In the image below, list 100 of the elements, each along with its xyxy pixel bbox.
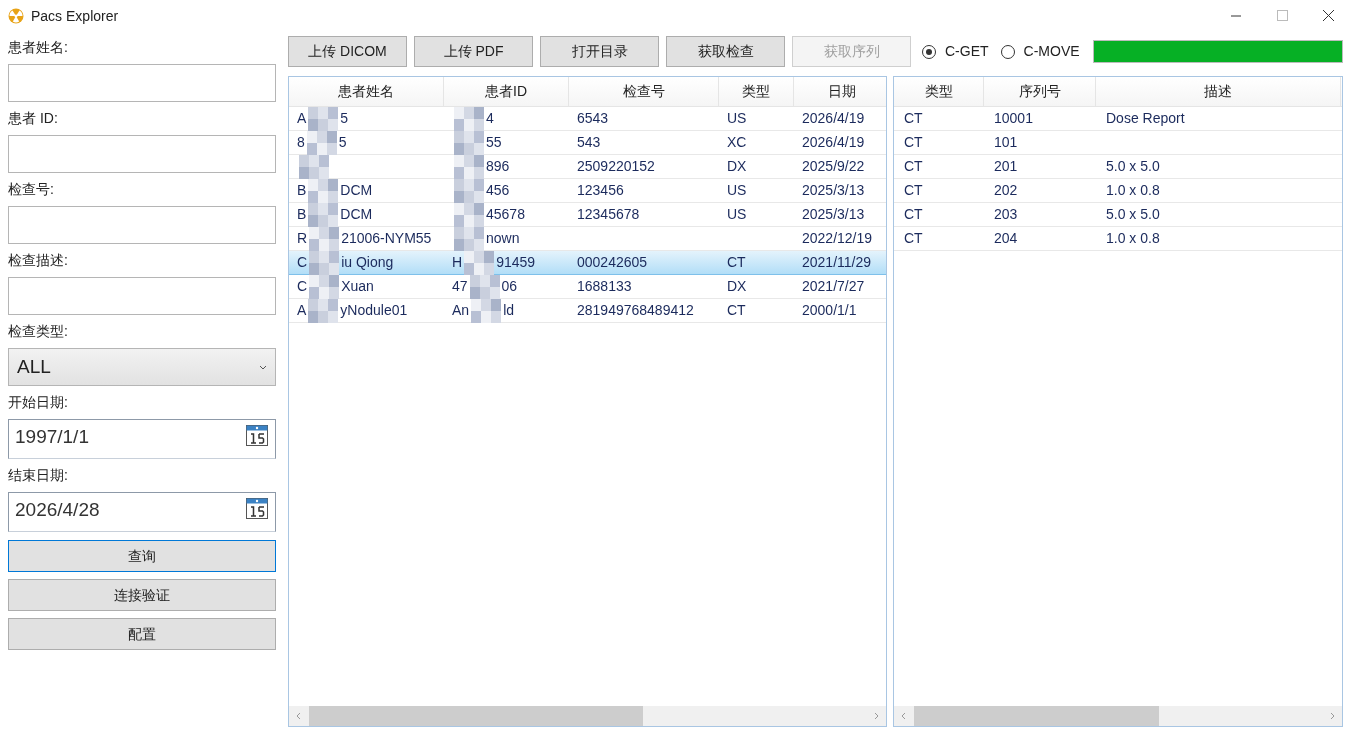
calendar-icon[interactable] [245, 423, 269, 447]
table-cell-text: US [727, 205, 747, 224]
radio-label: C-GET [945, 42, 989, 61]
table-cell: CT [904, 206, 923, 222]
horizontal-scrollbar[interactable] [894, 706, 1342, 726]
scrollbar-thumb[interactable] [309, 706, 644, 726]
text-field[interactable] [8, 64, 276, 102]
table-cell: CT [904, 158, 923, 174]
chevron-down-icon [259, 364, 267, 370]
table-cell-text: 8 [297, 133, 305, 152]
table-cell-text: 2025/3/13 [802, 205, 865, 224]
table-cell: CT [904, 134, 923, 150]
table-cell-text: 281949768489412 [577, 301, 694, 320]
table-cell-text: 2022/12/19 [802, 229, 873, 248]
table-cell-text: 45678 [486, 205, 525, 224]
calendar-icon[interactable] [245, 496, 269, 520]
table-row[interactable]: C iu Qiong H 91459 000242605 CT 2021/11/29 [289, 251, 886, 275]
pixelated-blur [309, 226, 340, 251]
table-row[interactable]: B DCM 45678 12345678 US 2025/3/13 [289, 203, 886, 227]
field-label: 开始日期: [8, 393, 69, 412]
horizontal-scrollbar[interactable] [289, 706, 886, 726]
column-header[interactable]: 患者ID [444, 77, 569, 106]
table-row[interactable]: 8 5 55 543 XC 2026/4/19 [289, 131, 886, 155]
action-button[interactable]: 查询 [8, 540, 276, 572]
column-header[interactable]: 序列号 [984, 77, 1096, 106]
table-cell-text: CT [727, 301, 746, 320]
table-cell-text: DCM [340, 181, 373, 200]
table-cell-text: An [452, 301, 470, 320]
action-button[interactable]: 配置 [8, 618, 276, 650]
scrollbar-thumb[interactable] [914, 706, 1159, 726]
table-cell-text: B [297, 181, 307, 200]
table-cell-text: C [297, 253, 308, 272]
column-header[interactable]: 患者姓名 [289, 77, 444, 106]
text-field[interactable] [8, 206, 276, 244]
field-label: 检查类型: [8, 322, 69, 341]
radio-button[interactable] [1000, 44, 1015, 59]
table-cell: CT [904, 110, 923, 126]
column-header[interactable]: 日期 [794, 77, 886, 106]
table-cell-text: 896 [486, 157, 510, 176]
toolbar-button[interactable]: 上传 DICOM [288, 36, 407, 67]
column-header[interactable]: 类型 [719, 77, 794, 106]
table-row[interactable]: 896 2509220152 DX 2025/9/22 [289, 155, 886, 179]
date-field[interactable]: 1997/1/1 [8, 419, 276, 459]
pixelated-blur [454, 202, 484, 227]
table-cell-text: 2026/4/19 [802, 133, 865, 152]
table-row[interactable]: CT 202 1.0 x 0.8 [894, 179, 1342, 203]
table-cell-text: 47 [452, 277, 468, 296]
table-cell: 1.0 x 0.8 [1106, 230, 1160, 246]
table-cell-text: 2026/4/19 [802, 109, 865, 128]
table-cell-text: 91459 [496, 253, 536, 272]
type-dropdown[interactable]: ALL [8, 348, 276, 386]
table-row[interactable]: C Xuan 47 06 1688133 DX 2021/7/27 [289, 275, 886, 299]
table-cell-text: ld [503, 301, 515, 320]
toolbar-button[interactable]: 获取检查 [666, 36, 785, 67]
column-header[interactable]: 类型 [894, 77, 984, 106]
table-cell-text: yNodule01 [340, 301, 408, 320]
table-cell-text: DX [727, 277, 747, 296]
table-row[interactable]: B DCM 456 123456 US 2025/3/13 [289, 179, 886, 203]
table-cell-text: 000242605 [577, 253, 648, 272]
action-button[interactable]: 连接验证 [8, 579, 276, 611]
table-cell-text: 2021/11/29 [802, 253, 872, 272]
table-cell: 5.0 x 5.0 [1106, 206, 1160, 222]
table-row[interactable]: CT 101 [894, 131, 1342, 155]
column-header[interactable]: 描述 [1096, 77, 1341, 106]
table-row[interactable]: CT 201 5.0 x 5.0 [894, 155, 1342, 179]
table-row[interactable]: CT 10001 Dose Report [894, 107, 1342, 131]
pixelated-blur [469, 274, 500, 299]
text-field[interactable] [8, 135, 276, 173]
toolbar-button[interactable]: 上传 PDF [414, 36, 533, 67]
table-cell-text: 5 [340, 109, 349, 128]
table-row[interactable]: CT 203 5.0 x 5.0 [894, 203, 1342, 227]
pixelated-blur [454, 154, 484, 179]
table-cell: 10001 [994, 110, 1033, 126]
table-cell-text: 2509220152 [577, 157, 655, 176]
table-cell-text: A [297, 301, 307, 320]
table-cell-text: 21006-NYM55 [341, 229, 432, 248]
text-field[interactable] [8, 277, 276, 315]
pixelated-blur [306, 130, 337, 155]
table-cell-text: 123456 [577, 181, 624, 200]
table-cell: CT [904, 182, 923, 198]
table-cell-text: A [297, 109, 307, 128]
table-cell-text: US [727, 181, 747, 200]
date-field[interactable]: 2026/4/28 [8, 492, 276, 532]
table-cell-text: 2000/1/1 [802, 301, 857, 320]
column-header[interactable]: 检查号 [569, 77, 719, 106]
field-label: 患者姓名: [8, 38, 69, 57]
radio-button[interactable] [922, 44, 936, 59]
table-row[interactable]: A yNodule01 An ld 281949768489412 CT 2000/1/1 [289, 299, 886, 323]
table-row[interactable]: CT 204 1.0 x 0.8 [894, 227, 1342, 251]
table-cell-text: 5 [338, 133, 347, 152]
pixelated-blur [308, 202, 339, 227]
pixelated-blur [309, 250, 340, 275]
radio-label: C-MOVE [1023, 42, 1080, 61]
table-cell-text: 2025/3/13 [802, 181, 865, 200]
table-cell-text: B [297, 205, 307, 224]
table-row[interactable]: A 5 4 6543 US 2026/4/19 [289, 107, 886, 131]
table-cell-text: 12345678 [577, 205, 640, 224]
toolbar-button[interactable]: 打开目录 [540, 36, 659, 67]
table-cell: Dose Report [1106, 110, 1185, 126]
table-cell-text: 2025/9/22 [802, 157, 865, 176]
